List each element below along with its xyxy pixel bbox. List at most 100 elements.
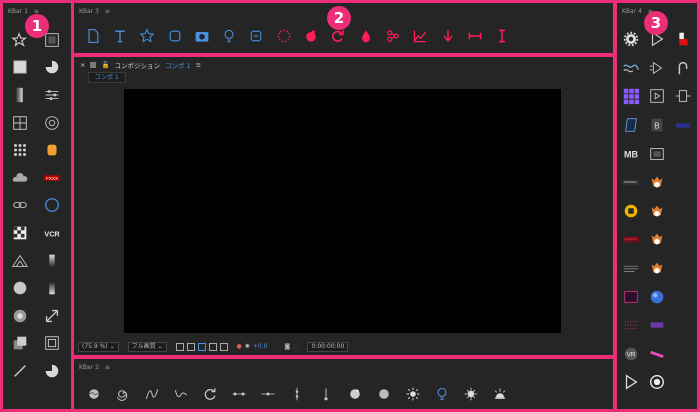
sliders-icon[interactable] — [38, 81, 66, 109]
panel-thumb-icon[interactable] — [618, 168, 643, 197]
panel-menu-icon[interactable]: ≡ — [105, 364, 110, 371]
gradient-bar-icon[interactable] — [6, 81, 34, 109]
lines-thumb-icon[interactable] — [618, 254, 643, 283]
text-tool-icon[interactable] — [106, 28, 133, 44]
red-blob-icon[interactable] — [297, 28, 324, 44]
red-text-thumb-icon[interactable] — [618, 225, 643, 254]
lamp-icon[interactable] — [485, 386, 514, 402]
sphere-icon[interactable] — [6, 274, 34, 302]
quality-select[interactable]: フル画質 ⌄ — [127, 341, 167, 352]
fox-icon[interactable] — [644, 254, 669, 283]
vertical-gradient-icon[interactable] — [38, 247, 66, 275]
grid-quad-icon[interactable] — [6, 109, 34, 137]
exposure-icon[interactable]: ✺ — [245, 343, 250, 350]
vertical-distribute-icon[interactable] — [488, 28, 515, 44]
vertical-gradient-2-icon[interactable] — [38, 274, 66, 302]
sphere-cracked-icon[interactable] — [79, 386, 108, 402]
vertical-dots-icon[interactable] — [282, 386, 311, 402]
paper-blue-icon[interactable] — [618, 111, 643, 140]
frame-icon[interactable] — [38, 330, 66, 358]
null-object-icon[interactable] — [243, 28, 270, 44]
safe-zone-icon[interactable] — [208, 342, 217, 351]
refresh-icon[interactable] — [325, 28, 352, 44]
dot-line-icon[interactable] — [224, 386, 253, 402]
fxxx-logo-icon[interactable]: FXXX — [38, 164, 66, 192]
zoom-select[interactable]: (75.9 %) ⌄ — [78, 341, 119, 352]
dashed-circle-icon[interactable] — [270, 28, 297, 44]
sun-icon[interactable] — [398, 386, 427, 402]
checkerboard-icon[interactable] — [6, 219, 34, 247]
lock-icon[interactable]: 🔓 — [101, 61, 109, 69]
rounded-square-icon[interactable] — [161, 28, 188, 44]
exposure-value[interactable]: +0.0 — [253, 343, 268, 350]
mountain-icon[interactable] — [6, 247, 34, 275]
composition-name[interactable]: コンポ 1 — [165, 60, 191, 70]
star-icon[interactable] — [134, 28, 161, 44]
starburst-icon[interactable] — [456, 386, 485, 402]
drop-icon[interactable] — [352, 28, 379, 44]
target-icon[interactable] — [38, 109, 66, 137]
ring-icon[interactable] — [6, 302, 34, 330]
timecode-field[interactable]: 0:00:00:00 — [307, 341, 349, 352]
link-icon[interactable] — [6, 192, 34, 220]
line-curve-icon[interactable] — [137, 386, 166, 402]
layers-icon[interactable] — [6, 330, 34, 358]
hook-icon[interactable] — [670, 54, 695, 83]
show-snapshot-icon[interactable]: ◌ — [293, 343, 298, 350]
panel-menu-icon[interactable]: ≡ — [105, 8, 110, 15]
panel-menu-icon[interactable]: ≡ — [196, 61, 201, 69]
close-icon[interactable]: × — [80, 61, 85, 69]
cloud-icon[interactable] — [6, 164, 34, 192]
gear-icon[interactable] — [618, 25, 643, 54]
film-box-icon[interactable] — [644, 139, 669, 168]
line-graph-icon[interactable] — [407, 28, 434, 44]
pin-icon[interactable] — [311, 386, 340, 402]
yellow-logo-icon[interactable] — [618, 197, 643, 226]
dot-line-2-icon[interactable] — [253, 386, 282, 402]
solid-square-icon[interactable] — [6, 54, 34, 82]
record-icon[interactable] — [644, 368, 669, 397]
tab-comp-1[interactable]: コンポ 1 — [88, 72, 126, 83]
spiral-icon[interactable] — [108, 386, 137, 402]
transparency-grid-icon[interactable] — [186, 342, 195, 351]
blue-globe-icon[interactable] — [644, 282, 669, 311]
monitor-icon[interactable] — [219, 342, 228, 351]
down-arrow-icon[interactable] — [434, 28, 461, 44]
purple-thumb-icon[interactable] — [644, 311, 669, 340]
mb-text-icon[interactable]: MB — [618, 139, 643, 168]
grid-purple-icon[interactable] — [618, 82, 643, 111]
dot-grid-icon[interactable] — [6, 136, 34, 164]
stroke-wave-icon[interactable] — [618, 54, 643, 83]
region-icon[interactable] — [175, 342, 184, 351]
play-lines-icon[interactable] — [644, 54, 669, 83]
mask-icon[interactable] — [197, 342, 206, 351]
pink-bar-icon[interactable] — [644, 340, 669, 369]
line-icon[interactable] — [6, 357, 34, 385]
vr-logo-icon[interactable]: VR — [618, 340, 643, 369]
horizontal-distribute-icon[interactable] — [461, 28, 488, 44]
circle-outline-icon[interactable] — [38, 192, 66, 220]
nodes-icon[interactable] — [379, 28, 406, 44]
pink-square-icon[interactable] — [618, 282, 643, 311]
pie-chart-icon[interactable] — [38, 54, 66, 82]
line-dip-icon[interactable] — [166, 386, 195, 402]
sphere-dot-icon[interactable] — [340, 386, 369, 402]
document-icon[interactable] — [79, 28, 106, 44]
cylinder-icon[interactable] — [38, 136, 66, 164]
fox-icon[interactable] — [644, 168, 669, 197]
rotate-arrows-icon[interactable] — [195, 386, 224, 402]
color-channel-icon[interactable]: ● — [237, 343, 242, 350]
sphere-2-icon[interactable] — [369, 386, 398, 402]
blue-badge-icon[interactable] — [670, 111, 695, 140]
fox-icon[interactable] — [644, 225, 669, 254]
vcr-logo-icon[interactable]: VCR — [38, 219, 66, 247]
red-flag-icon[interactable] — [670, 25, 695, 54]
play-outline-icon[interactable] — [618, 368, 643, 397]
link-box-icon[interactable] — [670, 82, 695, 111]
b-box-icon[interactable]: B — [644, 111, 669, 140]
composition-viewer[interactable] — [124, 89, 561, 333]
fox-icon[interactable] — [644, 197, 669, 226]
resize-arrows-icon[interactable] — [38, 302, 66, 330]
snapshot-icon[interactable]: ◙ — [284, 343, 290, 350]
pie-chart-2-icon[interactable] — [38, 357, 66, 385]
